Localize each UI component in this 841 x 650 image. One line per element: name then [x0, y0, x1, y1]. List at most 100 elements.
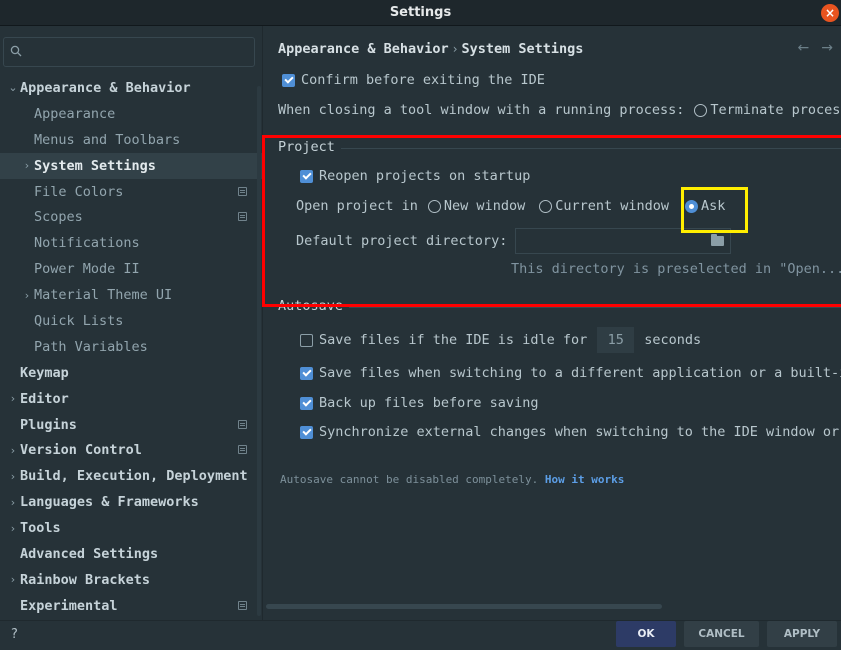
- project-level-icon: [238, 186, 247, 196]
- sidebar-item-label: Experimental: [20, 597, 118, 614]
- project-level-icon: [238, 212, 247, 222]
- backup-row: Back up files before saving: [300, 395, 538, 411]
- sidebar-item[interactable]: Notifications: [0, 230, 262, 256]
- help-icon[interactable]: ?: [11, 627, 18, 642]
- sidebar-item[interactable]: Path Variables: [0, 334, 262, 360]
- chevron-icon[interactable]: ›: [6, 522, 20, 535]
- terminate-process-label: Terminate process: [710, 102, 841, 118]
- close-icon[interactable]: ×: [821, 4, 839, 22]
- sidebar-item[interactable]: › System Settings: [0, 152, 262, 179]
- search-input[interactable]: [3, 37, 255, 67]
- sidebar-item[interactable]: Experimental: [0, 593, 262, 619]
- search-icon: [10, 45, 22, 57]
- sync-label: Synchronize external changes when switch…: [319, 424, 840, 440]
- sidebar-item[interactable]: ⌄ Appearance & Behavior: [0, 75, 262, 101]
- sidebar-item[interactable]: Menus and Toolbars: [0, 127, 262, 153]
- save-switching-label: Save files when switching to a different…: [319, 365, 841, 381]
- terminate-process-radio[interactable]: [694, 103, 708, 117]
- sidebar-item-label: Appearance & Behavior: [20, 79, 191, 96]
- sidebar-item-label: Scopes: [34, 209, 83, 226]
- backup-checkbox[interactable]: [300, 396, 313, 410]
- sidebar-item[interactable]: File Colors: [0, 179, 262, 205]
- sidebar-item[interactable]: › Material Theme UI: [0, 282, 262, 308]
- chevron-icon[interactable]: ⌄: [6, 81, 20, 94]
- sidebar-item-label: Notifications: [34, 235, 140, 252]
- breadcrumb: Appearance & Behavior › System Settings: [278, 41, 583, 57]
- sidebar-item-label: Material Theme UI: [34, 287, 173, 304]
- project-level-icon: [238, 600, 247, 610]
- window-title: Settings: [389, 5, 452, 20]
- breadcrumb-current: System Settings: [461, 41, 584, 57]
- confirm-exit-row: Confirm before exiting the IDE: [282, 72, 545, 88]
- save-idle-row: Save files if the IDE is idle for 15 sec…: [300, 327, 701, 353]
- horizontal-scrollbar[interactable]: [266, 604, 662, 609]
- apply-button[interactable]: APPLY: [767, 621, 837, 647]
- sidebar-scrollbar[interactable]: [257, 86, 261, 616]
- save-idle-label: Save files if the IDE is idle for: [319, 332, 588, 348]
- sidebar-item[interactable]: Appearance: [0, 101, 262, 127]
- sidebar-item-label: Appearance: [34, 105, 116, 122]
- chevron-icon[interactable]: ›: [6, 573, 20, 586]
- idle-seconds-input[interactable]: 15: [597, 327, 635, 353]
- sidebar-item-label: Advanced Settings: [20, 545, 159, 562]
- title-bar: Settings ×: [0, 0, 841, 26]
- closing-tool-window-label: When closing a tool window with a runnin…: [278, 102, 685, 118]
- idle-seconds-suffix: seconds: [644, 332, 702, 348]
- project-level-icon: [238, 419, 247, 429]
- chevron-icon[interactable]: ›: [6, 444, 20, 457]
- sidebar-item-label: Power Mode II: [34, 261, 140, 278]
- back-arrow-icon[interactable]: ←: [798, 40, 810, 56]
- how-it-works-link[interactable]: How it works: [545, 473, 624, 486]
- sidebar-item-label: Languages & Frameworks: [20, 494, 199, 511]
- sidebar-item-label: System Settings: [34, 157, 156, 174]
- save-switching-checkbox[interactable]: [300, 366, 313, 380]
- breadcrumb-separator: ›: [452, 42, 458, 56]
- autosave-note-text: Autosave cannot be disabled completely.: [280, 473, 539, 486]
- sidebar-item-label: Version Control: [20, 442, 142, 459]
- sidebar-item-label: Path Variables: [34, 338, 148, 355]
- sidebar-item-label: Tools: [20, 520, 61, 537]
- sidebar-item[interactable]: Quick Lists: [0, 308, 262, 334]
- ask-highlight-box: [681, 187, 748, 233]
- confirm-exit-checkbox[interactable]: [282, 73, 295, 87]
- chevron-icon[interactable]: ›: [6, 470, 20, 483]
- closing-tool-window-row: When closing a tool window with a runnin…: [278, 102, 841, 118]
- sidebar-item[interactable]: › Languages & Frameworks: [0, 489, 262, 515]
- sidebar-item[interactable]: Keymap: [0, 360, 262, 386]
- cancel-button[interactable]: CANCEL: [684, 621, 759, 647]
- sidebar-item[interactable]: Plugins: [0, 412, 262, 438]
- sidebar-item-label: Plugins: [20, 416, 77, 433]
- save-idle-checkbox[interactable]: [300, 333, 313, 347]
- project-highlight-box: [262, 135, 841, 307]
- sync-checkbox[interactable]: [300, 425, 313, 439]
- settings-tree: ⌄ Appearance & Behavior Appearance Menus an…: [0, 75, 262, 619]
- save-switching-row: Save files when switching to a different…: [300, 365, 841, 381]
- settings-content: Appearance & Behavior › System Settings ← →…: [262, 26, 841, 620]
- dialog-footer: ? OK CANCEL APPLY: [0, 620, 841, 650]
- chevron-icon[interactable]: ›: [6, 496, 20, 509]
- forward-arrow-icon[interactable]: →: [821, 40, 833, 56]
- sync-row: Synchronize external changes when switch…: [300, 424, 839, 440]
- settings-sidebar: ⌄ Appearance & Behavior Appearance Menus an…: [0, 26, 262, 620]
- sidebar-item-label: Menus and Toolbars: [34, 131, 181, 148]
- sidebar-item[interactable]: › Version Control: [0, 437, 262, 463]
- sidebar-item[interactable]: Power Mode II: [0, 256, 262, 282]
- sidebar-item[interactable]: › Build, Execution, Deployment: [0, 463, 262, 489]
- sidebar-item-label: Rainbow Brackets: [20, 571, 151, 588]
- sidebar-item[interactable]: Advanced Settings: [0, 541, 262, 567]
- chevron-icon[interactable]: ›: [20, 159, 34, 172]
- history-nav: ← →: [786, 40, 833, 56]
- sidebar-item-label: Build, Execution, Deployment: [20, 468, 248, 485]
- sidebar-item[interactable]: › Tools: [0, 515, 262, 541]
- chevron-icon[interactable]: ›: [6, 392, 20, 405]
- autosave-group-divider: [349, 307, 841, 308]
- sidebar-item[interactable]: › Editor: [0, 386, 262, 412]
- project-level-icon: [238, 445, 247, 455]
- sidebar-item-label: Editor: [20, 390, 69, 407]
- sidebar-item[interactable]: › Rainbow Brackets: [0, 567, 262, 593]
- chevron-icon[interactable]: ›: [20, 289, 34, 302]
- sidebar-item-label: Quick Lists: [34, 312, 124, 329]
- ok-button[interactable]: OK: [616, 621, 676, 647]
- sidebar-item[interactable]: Scopes: [0, 204, 262, 230]
- breadcrumb-parent[interactable]: Appearance & Behavior: [278, 41, 449, 57]
